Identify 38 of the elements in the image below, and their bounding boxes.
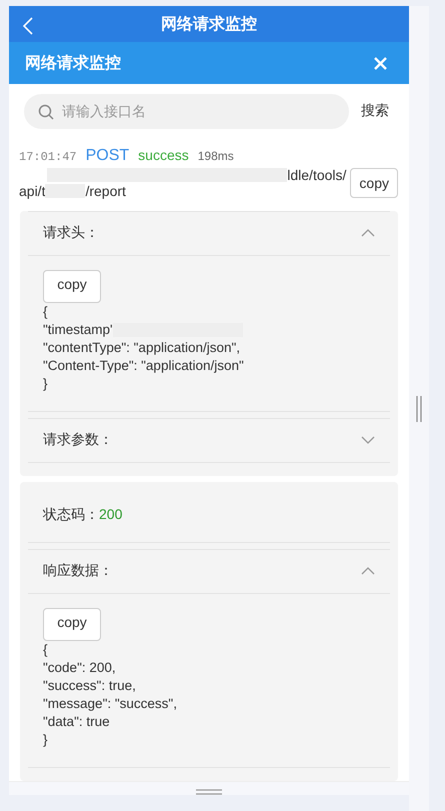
request-time: 17:01:47 [19,150,77,164]
code-line: "code": 200, [43,658,116,677]
code-line: { [43,302,48,321]
code-line: } [43,374,48,393]
section-header[interactable]: 响应数据： [28,548,390,594]
panel-title: 网络请求监控 [25,54,121,74]
code-line: { [43,640,48,659]
request-url: /report [85,182,126,199]
chevron-down-icon[interactable] [361,436,375,444]
code-line: "success": true, [43,676,136,695]
request-url: ldle/tools/ [287,166,346,183]
search-field[interactable]: 请输入接口名 [24,94,349,129]
code-line: "message": "success", [43,694,177,713]
section-header[interactable]: 请求参数： [28,418,390,463]
app-title: 网络请求监控 [161,14,257,35]
request-duration: 198ms [198,148,234,163]
copy-button[interactable]: copy [350,168,398,198]
status-code-value: 200 [99,506,122,524]
copy-button[interactable]: copy [43,608,101,641]
back-icon[interactable] [23,17,33,35]
code-line: "data": true [43,712,110,731]
code-line: "contentType": "application/json", [43,338,240,357]
code-line: "Content-Type": "application/json" [43,356,244,375]
drag-handle-icon[interactable] [196,789,222,795]
request-status: success [138,146,189,163]
section-header[interactable]: 请求头： [28,210,390,256]
status-code-label: 状态码： [43,506,99,524]
request-method: POST [86,146,130,165]
code-line: } [43,730,48,749]
close-icon[interactable] [374,56,387,70]
copy-button[interactable]: copy [43,270,101,303]
code-line: "timestamp' [43,320,113,339]
resize-handle-icon[interactable] [416,396,422,422]
request-url: api/t [19,182,46,199]
search-icon [38,104,54,120]
chevron-up-icon[interactable] [361,567,375,576]
search-button[interactable]: 搜索 [361,102,397,120]
chevron-up-icon[interactable] [361,229,375,238]
